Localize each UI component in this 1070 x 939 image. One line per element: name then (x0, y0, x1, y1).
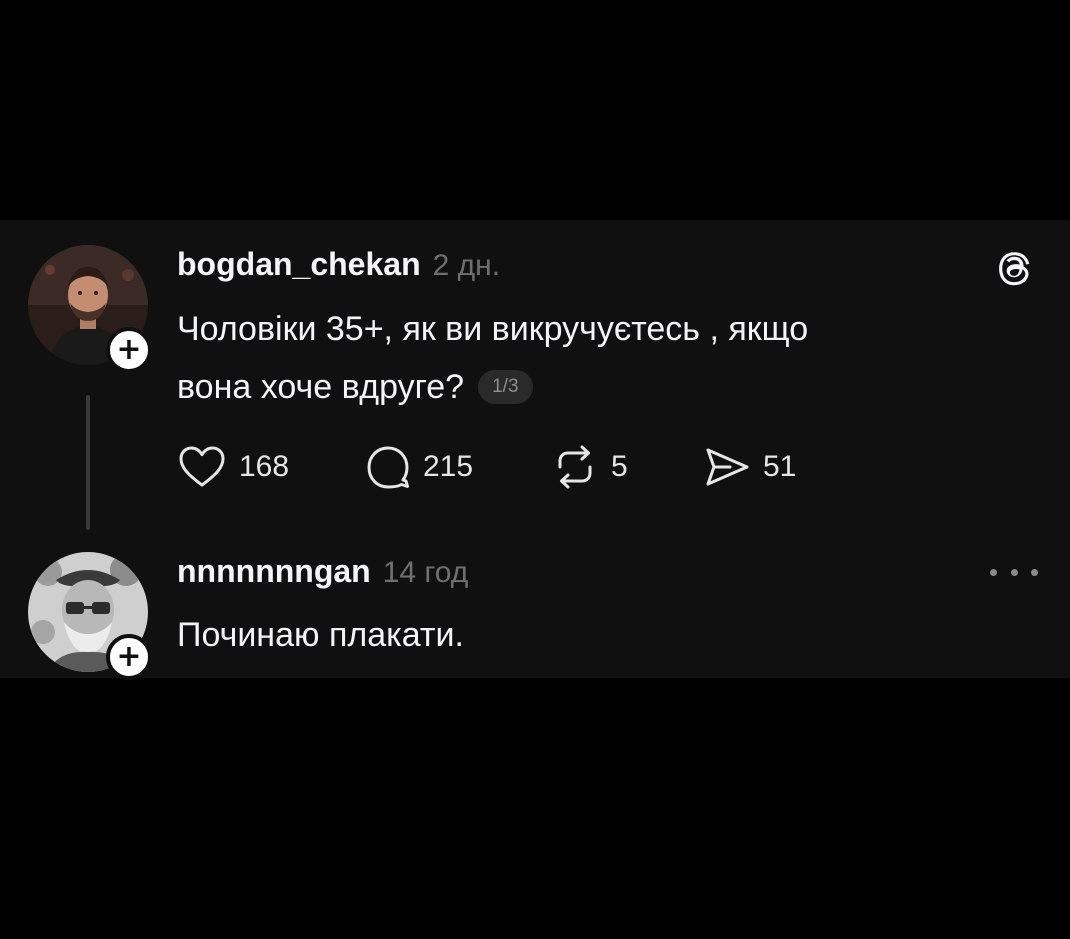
threads-feed-panel: + bogdan_chekan 2 дн. Чоловіки 35+, як в… (0, 220, 1070, 680)
post[interactable]: + bogdan_chekan 2 дн. Чоловіки 35+, як в… (0, 220, 1070, 540)
comment-count: 215 (423, 450, 474, 483)
repost-button[interactable]: 5 (551, 445, 703, 489)
send-icon (706, 448, 749, 486)
username[interactable]: bogdan_chekan (177, 246, 421, 283)
comment-button[interactable]: 215 (365, 445, 551, 489)
username[interactable]: nnnnnnngan (177, 553, 371, 590)
post-text-line-1: Чоловіки 35+, як ви викручуєтесь , якщо (177, 310, 809, 348)
reply-header: nnnnnnngan 14 год (177, 553, 468, 590)
repost-count: 5 (611, 450, 628, 483)
more-options-icon[interactable] (990, 565, 1038, 579)
comment-icon (367, 446, 409, 489)
share-button[interactable]: 51 (703, 445, 796, 489)
post-timestamp: 2 дн. (432, 249, 501, 282)
reply-timestamp: 14 год (382, 556, 469, 589)
share-count: 51 (763, 450, 797, 483)
carousel-page-indicator: 1/3 (478, 370, 533, 404)
repost-icon (558, 445, 592, 489)
post-text: Чоловіки 35+, як ви викручуєтесь , якщо … (177, 300, 808, 416)
like-button[interactable]: 168 (177, 445, 365, 489)
reply-text: Починаю плакати. (177, 606, 464, 664)
follow-plus-button[interactable]: + (106, 327, 152, 373)
post-actions-bar: 168 215 5 51 (177, 445, 796, 489)
author-avatar-container[interactable]: + (28, 245, 152, 373)
thread-connector-line (86, 395, 90, 530)
post-header: bogdan_chekan 2 дн. (177, 246, 500, 283)
author-avatar-container[interactable]: + (28, 552, 152, 680)
like-count: 168 (239, 450, 290, 483)
heart-icon (179, 446, 225, 487)
reply-post[interactable]: + nnnnnnngan 14 год Починаю плакати. (0, 545, 1070, 680)
post-text-line-2: вона хоче вдруге? (177, 368, 465, 406)
threads-logo-icon[interactable] (992, 244, 1038, 290)
reply-text-line: Починаю плакати. (177, 616, 464, 654)
follow-plus-button[interactable]: + (106, 634, 152, 680)
